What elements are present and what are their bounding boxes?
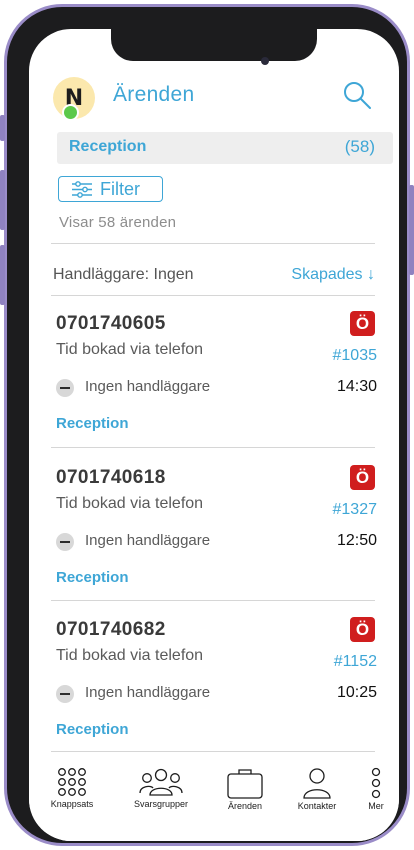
camera-dot (261, 57, 269, 65)
channel-badge: Ö (350, 465, 375, 490)
queue-name: Reception (69, 138, 147, 155)
divider (51, 295, 375, 296)
ticket-time: 10:25 (336, 684, 377, 701)
sliders-icon (72, 181, 92, 198)
ticket-time: 12:50 (336, 532, 377, 549)
unassigned-icon (56, 685, 74, 703)
briefcase-icon (227, 769, 263, 799)
assignee-filter[interactable]: Handläggare: Ingen (53, 266, 194, 284)
nav-label: Kontakter (297, 801, 337, 811)
nav-label: Mer (368, 801, 384, 811)
ticket-id[interactable]: #1327 (333, 501, 378, 519)
ticket-queue: Reception (56, 415, 129, 432)
ticket-queue: Reception (56, 721, 129, 738)
sort-button[interactable]: Skapades ↓ (291, 266, 375, 284)
volume-up-button (0, 170, 5, 230)
ticket-phone: 0701740682 (56, 619, 166, 640)
divider (51, 751, 375, 752)
ticket-card[interactable]: 0701740682 Tid bokad via telefon Ö #1152… (29, 613, 399, 765)
group-icon (139, 768, 183, 796)
nav-item-keypad[interactable]: Knappsats (41, 767, 103, 809)
ticket-queue: Reception (56, 569, 129, 586)
phone-frame: N Ärenden Reception (58) Filter Visar 58… (4, 4, 410, 846)
app-header: N Ärenden (29, 77, 399, 121)
ticket-id[interactable]: #1035 (333, 347, 378, 365)
nav-item-more[interactable]: Mer (359, 767, 393, 811)
ticket-assignee: Ingen handläggare (85, 684, 211, 701)
online-status-dot (62, 104, 79, 121)
divider (51, 600, 375, 601)
notch (111, 29, 317, 61)
ticket-id[interactable]: #1152 (334, 653, 377, 671)
volume-down-button (0, 245, 5, 305)
filter-button[interactable]: Filter (58, 176, 163, 202)
channel-badge: Ö (350, 311, 375, 336)
unassigned-icon (56, 379, 74, 397)
screen: N Ärenden Reception (58) Filter Visar 58… (29, 29, 399, 841)
ticket-time: 14:30 (336, 378, 377, 395)
ticket-card[interactable]: 0701740605 Tid bokad via telefon Ö #1035… (29, 307, 399, 459)
ticket-subject: Tid bokad via telefon (56, 647, 204, 664)
side-button (0, 115, 5, 141)
ticket-phone: 0701740605 (56, 313, 166, 334)
ticket-subject: Tid bokad via telefon (56, 495, 204, 512)
person-icon (303, 768, 331, 799)
nav-label: Knappsats (50, 799, 94, 809)
nav-item-tickets[interactable]: Ärenden (217, 767, 273, 811)
search-icon[interactable] (341, 79, 373, 111)
ticket-assignee: Ingen handläggare (85, 532, 211, 549)
ticket-subject: Tid bokad via telefon (56, 341, 204, 358)
result-summary: Visar 58 ärenden (59, 214, 177, 231)
channel-badge: Ö (350, 617, 375, 642)
ticket-phone: 0701740618 (56, 467, 166, 488)
nav-label: Svarsgrupper (133, 799, 189, 809)
ticket-assignee: Ingen handläggare (85, 378, 211, 395)
more-icon (371, 767, 381, 799)
nav-item-contacts[interactable]: Kontakter (287, 767, 347, 811)
power-button (409, 185, 414, 275)
unassigned-icon (56, 533, 74, 551)
divider (51, 243, 375, 244)
divider (51, 447, 375, 448)
queue-count: (58) (344, 137, 375, 156)
filter-label: Filter (100, 179, 140, 199)
nav-item-groups[interactable]: Svarsgrupper (121, 767, 201, 809)
queue-selector[interactable]: Reception (58) (57, 132, 393, 164)
page-title: Ärenden (113, 83, 195, 106)
keypad-icon (58, 768, 86, 796)
nav-label: Ärenden (227, 801, 263, 811)
bottom-nav: Knappsats Svarsgrupper Ärenden Kontakter… (29, 767, 399, 841)
ticket-card[interactable]: 0701740618 Tid bokad via telefon Ö #1327… (29, 461, 399, 613)
